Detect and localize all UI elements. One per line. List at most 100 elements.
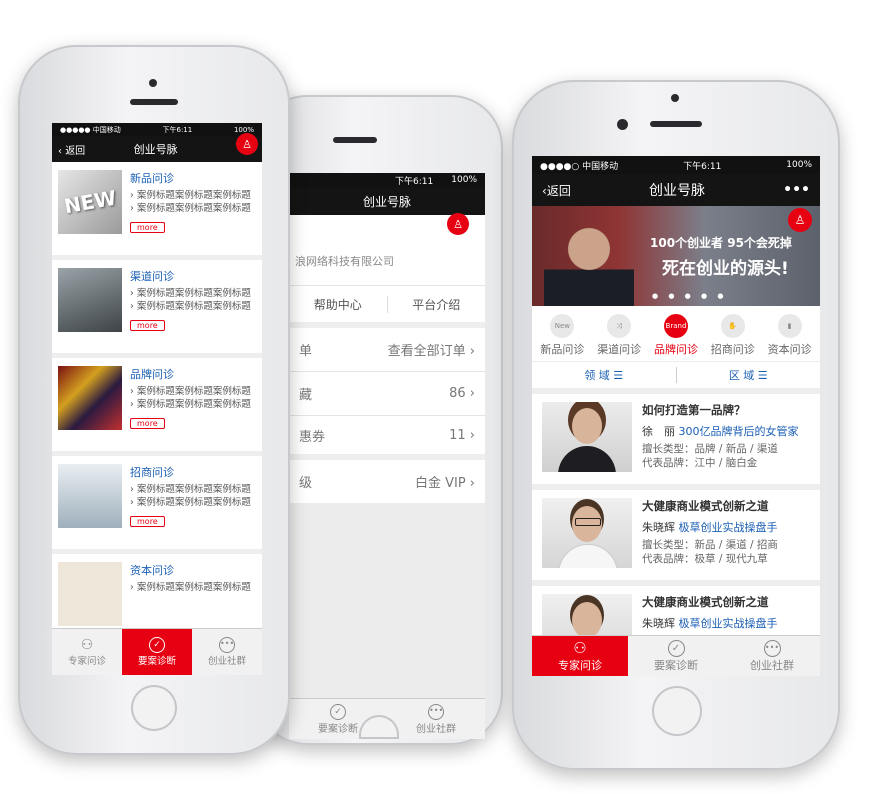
tab-case-diagnosis[interactable]: ✓ 要案诊断: [628, 636, 724, 676]
user-icon[interactable]: ♙: [447, 213, 469, 235]
back-button[interactable]: ‹ 返回: [58, 142, 85, 157]
expert-topic: 大健康商业模式创新之道: [642, 595, 769, 609]
status-bar: ●●●●○ 中国移动 下午6:11 100%: [532, 156, 820, 174]
tab-experts[interactable]: ⚇ 专家问诊: [52, 629, 122, 675]
home-button[interactable]: [652, 686, 702, 736]
status-battery: 100%: [451, 175, 477, 185]
nav-bar: ‹返回 创业号脉 •••: [532, 174, 820, 206]
more-button[interactable]: more: [130, 516, 165, 527]
tab-community[interactable]: ••• 创业社群: [724, 636, 820, 676]
brand-thumbnail: [58, 366, 122, 430]
expert-brands: 代表品牌：江中 / 脑白金: [642, 457, 758, 469]
row-label: 惠券: [299, 429, 326, 445]
row-label: 藏: [299, 388, 313, 403]
category-brand[interactable]: Brand 品牌问诊: [651, 314, 701, 357]
category-channel[interactable]: ⤨ 渠道问诊: [594, 314, 644, 357]
carousel-dots: ● ● ● ● ●: [652, 292, 728, 300]
banner[interactable]: 100个创业者 95个会死掉 死在创业的源头! ● ● ● ● ●: [532, 206, 820, 306]
case-link[interactable]: › 案例标题案例标题案例标题: [130, 300, 251, 313]
front-camera: [617, 119, 628, 130]
category-investment[interactable]: ✋ 招商问诊: [708, 314, 758, 357]
handshake-icon: ✋: [720, 314, 745, 338]
expert-tagline: 极草创业实战操盘手: [678, 521, 778, 534]
row-value: 查看全部订单: [387, 344, 466, 359]
front-camera: [149, 79, 157, 87]
tab-label: 创业社群: [207, 656, 246, 667]
platform-intro-link[interactable]: 平台介绍: [388, 296, 486, 313]
expert-name: 朱晓辉: [642, 617, 675, 630]
status-bar: 下午6:11 100%: [289, 173, 485, 187]
expert-name: 朱晓辉: [642, 521, 675, 534]
tab-case-diagnosis[interactable]: ✓ 要案诊断: [122, 629, 192, 675]
tab-bar: ⚇ 专家问诊 ✓ 要案诊断 ••• 创业社群: [532, 635, 820, 676]
region-filter[interactable]: 区 域 ☰: [677, 367, 821, 383]
coupons-row[interactable]: 惠券 11 ›: [289, 416, 485, 460]
capital-thumbnail: [58, 562, 122, 626]
tab-experts[interactable]: ⚇ 专家问诊: [532, 636, 628, 676]
check-icon: ✓: [149, 637, 165, 653]
nav-bar: ‹ 返回 创业号脉: [52, 136, 262, 162]
field-filter[interactable]: 领 域 ☰: [532, 367, 677, 383]
case-link[interactable]: › 案例标题案例标题案例标题: [130, 202, 251, 215]
tab-label: 创业社群: [750, 658, 794, 672]
list-item[interactable]: NEW 新品问诊 › 案例标题案例标题案例标题 › 案例标题案例标题案例标题 m…: [52, 162, 262, 260]
expert-card[interactable]: 大健康商业模式创新之道 朱晓辉 极草创业实战操盘手 擅长类型：新品 / 渠道 /…: [532, 490, 820, 586]
phone-middle: 下午6:11 100% 创业号脉 ♙ 浪网络科技有限公司 帮助中心 平台介绍 单…: [255, 95, 503, 745]
more-menu-icon[interactable]: •••: [783, 182, 810, 198]
more-button[interactable]: more: [130, 418, 165, 429]
phone-left: ●●●●● 中国移动 下午6:11 100% ‹ 返回 创业号脉 ♙ NEW 新…: [18, 45, 290, 755]
favorites-row[interactable]: 藏 86 ›: [289, 372, 485, 416]
status-carrier: ●●●●● 中国移动: [60, 125, 121, 134]
orders-row[interactable]: 单 查看全部订单 ›: [289, 328, 485, 372]
middle-screen: 下午6:11 100% 创业号脉 ♙ 浪网络科技有限公司 帮助中心 平台介绍 单…: [289, 173, 485, 739]
list-item[interactable]: 品牌问诊 › 案例标题案例标题案例标题 › 案例标题案例标题案例标题 more: [52, 358, 262, 456]
tab-label: 要案诊断: [137, 656, 176, 667]
tab-label: 创业社群: [416, 723, 456, 735]
channel-thumbnail: [58, 268, 122, 332]
expert-skills: 擅长类型：品牌 / 新品 / 渠道: [642, 443, 778, 455]
back-button[interactable]: ‹返回: [542, 182, 571, 199]
category-label: 新品问诊: [540, 343, 585, 356]
tab-label: 专家问诊: [67, 656, 106, 667]
case-link[interactable]: › 案例标题案例标题案例标题: [130, 287, 251, 300]
expert-card[interactable]: 如何打造第一品牌？ 徐 丽 300亿品牌背后的女管家 擅长类型：品牌 / 新品 …: [532, 394, 820, 490]
case-link[interactable]: › 案例标题案例标题案例标题: [130, 581, 251, 594]
tab-community[interactable]: ••• 创业社群: [387, 699, 485, 739]
speaker: [650, 121, 702, 127]
experts-icon: ⚇: [573, 639, 587, 657]
empty-area: [289, 503, 485, 699]
item-title: 招商问诊: [130, 466, 174, 479]
row-value: 86: [449, 386, 466, 401]
list-item[interactable]: 招商问诊 › 案例标题案例标题案例标题 › 案例标题案例标题案例标题 more: [52, 456, 262, 554]
tab-label: 专家问诊: [558, 659, 602, 672]
case-link[interactable]: › 案例标题案例标题案例标题: [130, 189, 251, 202]
row-label: 单: [299, 344, 313, 359]
category-new[interactable]: New 新品问诊: [537, 314, 587, 357]
new-product-thumbnail: NEW: [58, 170, 122, 234]
chat-icon: •••: [763, 639, 781, 657]
investment-thumbnail: [58, 464, 122, 528]
case-link[interactable]: › 案例标题案例标题案例标题: [130, 385, 251, 398]
more-button[interactable]: more: [130, 222, 165, 233]
category-capital[interactable]: ▮ 资本问诊: [765, 314, 815, 357]
row-value: 11: [449, 427, 466, 443]
chat-icon: •••: [219, 637, 235, 653]
tab-label: 要案诊断: [654, 658, 698, 672]
home-button[interactable]: [131, 685, 177, 731]
tab-community[interactable]: ••• 创业社群: [192, 629, 262, 675]
user-icon[interactable]: ♙: [236, 133, 258, 155]
case-link[interactable]: › 案例标题案例标题案例标题: [130, 398, 251, 411]
help-center-link[interactable]: 帮助中心: [289, 295, 388, 313]
list-item[interactable]: 渠道问诊 › 案例标题案例标题案例标题 › 案例标题案例标题案例标题 more: [52, 260, 262, 358]
nav-title: 创业号脉: [133, 143, 178, 156]
expert-name: 徐 丽: [642, 425, 675, 438]
category-label: 招商问诊: [710, 343, 755, 356]
left-screen: ●●●●● 中国移动 下午6:11 100% ‹ 返回 创业号脉 ♙ NEW 新…: [52, 123, 262, 675]
case-link[interactable]: › 案例标题案例标题案例标题: [130, 496, 251, 509]
item-title: 渠道问诊: [130, 270, 174, 283]
case-link[interactable]: › 案例标题案例标题案例标题: [130, 483, 251, 496]
tab-bar: ⚇ 专家问诊 ✓ 要案诊断 ••• 创业社群: [52, 628, 262, 675]
more-button[interactable]: more: [130, 320, 165, 331]
user-icon[interactable]: ♙: [788, 208, 812, 232]
level-row[interactable]: 级 白金 VIP ›: [289, 460, 485, 504]
